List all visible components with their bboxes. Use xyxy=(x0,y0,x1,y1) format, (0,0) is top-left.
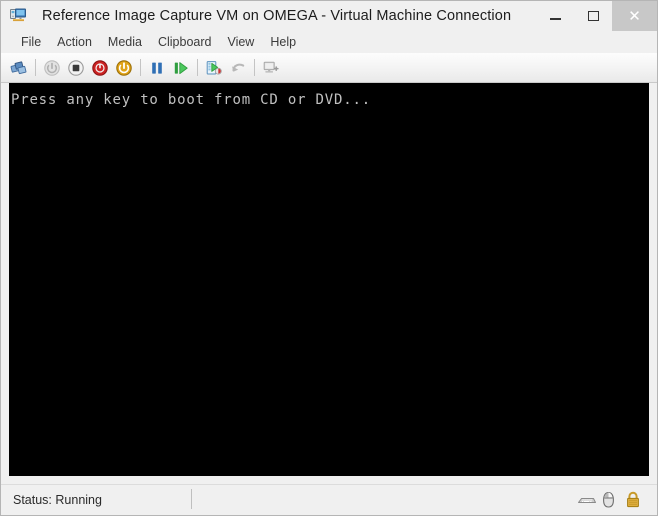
ctrl-alt-delete-icon xyxy=(10,59,28,77)
toolbar-separator xyxy=(140,59,141,76)
lock-icon xyxy=(625,491,643,509)
titlebar: Reference Image Capture VM on OMEGA - Vi… xyxy=(1,1,657,31)
menu-clipboard[interactable]: Clipboard xyxy=(150,33,220,51)
vm-console-area: Press any key to boot from CD or DVD... xyxy=(1,83,657,476)
keyboard-icon xyxy=(577,491,596,509)
pause-icon xyxy=(148,59,166,77)
toolbar-separator xyxy=(254,59,255,76)
console-bottom-padding xyxy=(1,476,657,484)
window-title: Reference Image Capture VM on OMEGA - Vi… xyxy=(42,8,512,24)
toolbar xyxy=(1,53,657,83)
save-icon xyxy=(115,59,133,77)
virtual-machine-icon xyxy=(10,8,26,24)
start-icon xyxy=(43,59,61,77)
menu-help[interactable]: Help xyxy=(262,33,304,51)
statusbar-divider xyxy=(191,489,192,509)
close-button[interactable]: ✕ xyxy=(612,1,657,31)
checkpoint-icon xyxy=(205,59,223,77)
maximize-icon xyxy=(587,11,599,21)
enhanced-session-icon xyxy=(262,59,280,77)
toolbar-reset-button[interactable] xyxy=(169,56,193,80)
minimize-button[interactable] xyxy=(536,1,574,31)
menu-media[interactable]: Media xyxy=(100,33,150,51)
vm-connection-window: Reference Image Capture VM on OMEGA - Vi… xyxy=(0,0,658,516)
reset-icon xyxy=(172,59,190,77)
toolbar-turn-off-button[interactable] xyxy=(64,56,88,80)
toolbar-start-button[interactable] xyxy=(40,56,64,80)
toolbar-enhanced-session-button[interactable] xyxy=(259,56,283,80)
vm-console[interactable]: Press any key to boot from CD or DVD... xyxy=(9,83,649,476)
window-controls: ✕ xyxy=(536,1,657,31)
maximize-button[interactable] xyxy=(574,1,612,31)
menu-view[interactable]: View xyxy=(219,33,262,51)
menu-action[interactable]: Action xyxy=(49,33,100,51)
mouse-icon xyxy=(601,491,619,509)
statusbar: Status: Running xyxy=(1,484,657,515)
turn-off-icon xyxy=(67,59,85,77)
minimize-icon xyxy=(549,18,561,20)
console-line: Press any key to boot from CD or DVD... xyxy=(11,92,371,108)
shut-down-icon xyxy=(91,59,109,77)
menu-file[interactable]: File xyxy=(13,33,49,51)
statusbar-icons xyxy=(577,485,643,515)
toolbar-ctrl-alt-delete-button[interactable] xyxy=(7,56,31,80)
toolbar-shut-down-button[interactable] xyxy=(88,56,112,80)
menubar: File Action Media Clipboard View Help xyxy=(1,31,657,53)
toolbar-pause-button[interactable] xyxy=(145,56,169,80)
toolbar-revert-button[interactable] xyxy=(226,56,250,80)
toolbar-checkpoint-button[interactable] xyxy=(202,56,226,80)
revert-icon xyxy=(229,59,247,77)
status-text: Status: Running xyxy=(13,493,102,507)
close-icon: ✕ xyxy=(628,7,641,25)
toolbar-save-button[interactable] xyxy=(112,56,136,80)
toolbar-separator xyxy=(197,59,198,76)
toolbar-separator xyxy=(35,59,36,76)
